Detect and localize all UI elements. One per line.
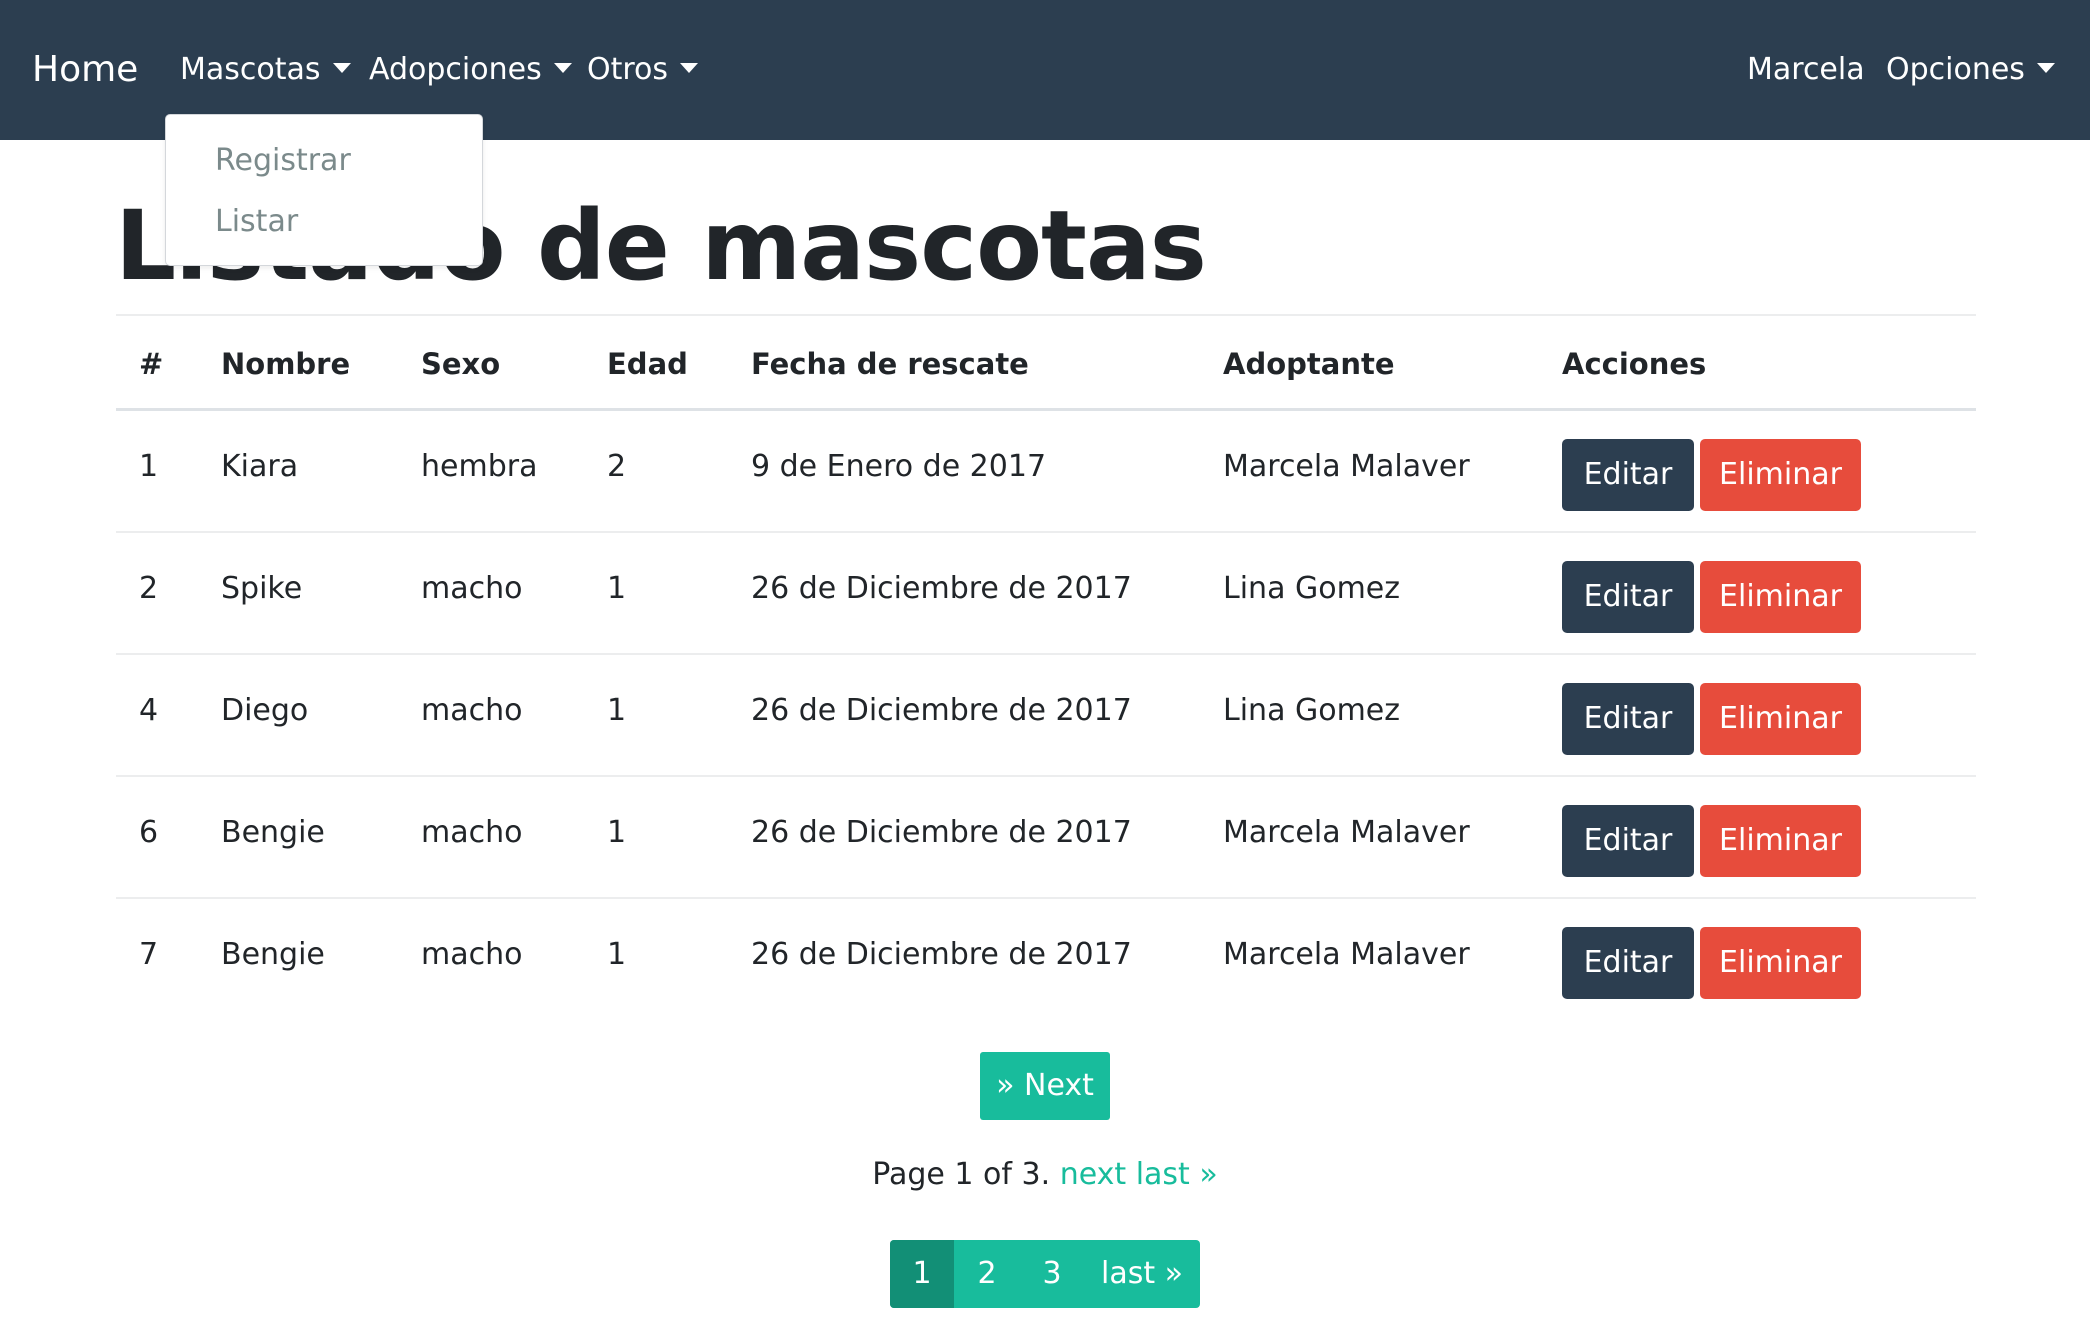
cell-edad: 1	[607, 693, 627, 728]
dropdown-item-registrar[interactable]: Registrar	[215, 141, 351, 181]
page-3-link[interactable]: 3	[1020, 1240, 1084, 1308]
page-2-link[interactable]: 2	[954, 1240, 1020, 1308]
cell-edad: 1	[607, 571, 627, 606]
cell-adoptante: Marcela Malaver	[1223, 815, 1470, 850]
cell-edad: 1	[607, 937, 627, 972]
dropdown-item-listar[interactable]: Listar	[215, 202, 298, 242]
column-header-nombre: Nombre	[221, 347, 351, 381]
cell-sexo: macho	[421, 937, 523, 972]
nav-adopciones-label: Adopciones	[369, 52, 542, 87]
cell-id: 1	[139, 449, 159, 484]
page-info-last-link[interactable]: last »	[1136, 1157, 1218, 1192]
delete-button[interactable]: Eliminar	[1700, 805, 1861, 877]
edit-button[interactable]: Editar	[1562, 927, 1694, 999]
cell-sexo: hembra	[421, 449, 538, 484]
edit-button[interactable]: Editar	[1562, 805, 1694, 877]
caret-down-icon	[332, 62, 351, 73]
page-info: Page 1 of 3. next last »	[0, 1155, 2090, 1195]
table-row: 1 Kiara hembra 2 9 de Enero de 2017 Marc…	[116, 411, 1976, 533]
delete-button[interactable]: Eliminar	[1700, 683, 1861, 755]
edit-button[interactable]: Editar	[1562, 561, 1694, 633]
nav-otros-label: Otros	[587, 52, 669, 87]
caret-down-icon	[680, 62, 699, 73]
column-header-acciones: Acciones	[1562, 347, 1707, 381]
nav-adopciones-dropdown[interactable]: Adopciones	[369, 50, 572, 90]
cell-fecha: 26 de Diciembre de 2017	[751, 815, 1132, 850]
cell-fecha: 26 de Diciembre de 2017	[751, 937, 1132, 972]
cell-adoptante: Lina Gomez	[1223, 693, 1401, 728]
cell-id: 2	[139, 571, 159, 606]
cell-fecha: 26 de Diciembre de 2017	[751, 571, 1132, 606]
caret-down-icon	[553, 62, 572, 73]
edit-button[interactable]: Editar	[1562, 683, 1694, 755]
column-header-edad: Edad	[607, 347, 688, 381]
cell-nombre: Diego	[221, 693, 309, 728]
edit-button[interactable]: Editar	[1562, 439, 1694, 511]
table-row: 2 Spike macho 1 26 de Diciembre de 2017 …	[116, 533, 1976, 655]
divider	[116, 314, 1976, 316]
cell-id: 7	[139, 937, 159, 972]
cell-fecha: 26 de Diciembre de 2017	[751, 693, 1132, 728]
delete-button[interactable]: Eliminar	[1700, 927, 1861, 999]
nav-opciones-label: Opciones	[1886, 52, 2025, 87]
cell-nombre: Kiara	[221, 449, 299, 484]
column-header-sexo: Sexo	[421, 347, 501, 381]
table-row: 7 Bengie macho 1 26 de Diciembre de 2017…	[116, 899, 1976, 1021]
cell-nombre: Bengie	[221, 815, 325, 850]
nav-user-link[interactable]: Marcela	[1747, 50, 1865, 90]
table-row: 4 Diego macho 1 26 de Diciembre de 2017 …	[116, 655, 1976, 777]
cell-adoptante: Lina Gomez	[1223, 571, 1401, 606]
cell-nombre: Bengie	[221, 937, 325, 972]
page-info-next-link[interactable]: next	[1060, 1157, 1126, 1192]
column-header-fecha: Fecha de rescate	[751, 347, 1029, 381]
table-row: 6 Bengie macho 1 26 de Diciembre de 2017…	[116, 777, 1976, 899]
column-header-id: #	[139, 347, 164, 381]
cell-id: 6	[139, 815, 159, 850]
cell-id: 4	[139, 693, 159, 728]
cell-adoptante: Marcela Malaver	[1223, 449, 1470, 484]
nav-mascotas-label: Mascotas	[180, 52, 321, 87]
cell-sexo: macho	[421, 693, 523, 728]
nav-mascotas-dropdown[interactable]: Mascotas	[180, 50, 351, 90]
home-link[interactable]: Home	[32, 46, 138, 94]
delete-button[interactable]: Eliminar	[1700, 439, 1861, 511]
column-header-adoptante: Adoptante	[1223, 347, 1395, 381]
nav-otros-dropdown[interactable]: Otros	[587, 50, 699, 90]
cell-sexo: macho	[421, 815, 523, 850]
delete-button[interactable]: Eliminar	[1700, 561, 1861, 633]
caret-down-icon	[2036, 62, 2055, 73]
page-info-text: Page 1 of 3.	[872, 1157, 1051, 1192]
pagination: 1 2 3 last »	[890, 1240, 1200, 1308]
next-page-button[interactable]: » Next	[980, 1052, 1110, 1120]
cell-adoptante: Marcela Malaver	[1223, 937, 1470, 972]
last-page-link[interactable]: last »	[1084, 1240, 1200, 1308]
cell-nombre: Spike	[221, 571, 303, 606]
nav-opciones-dropdown[interactable]: Opciones	[1886, 50, 2055, 90]
cell-sexo: macho	[421, 571, 523, 606]
page-1-link[interactable]: 1	[890, 1240, 954, 1308]
cell-edad: 2	[607, 449, 627, 484]
mascotas-dropdown-menu: Registrar Listar	[165, 114, 483, 266]
cell-edad: 1	[607, 815, 627, 850]
cell-fecha: 9 de Enero de 2017	[751, 449, 1047, 484]
